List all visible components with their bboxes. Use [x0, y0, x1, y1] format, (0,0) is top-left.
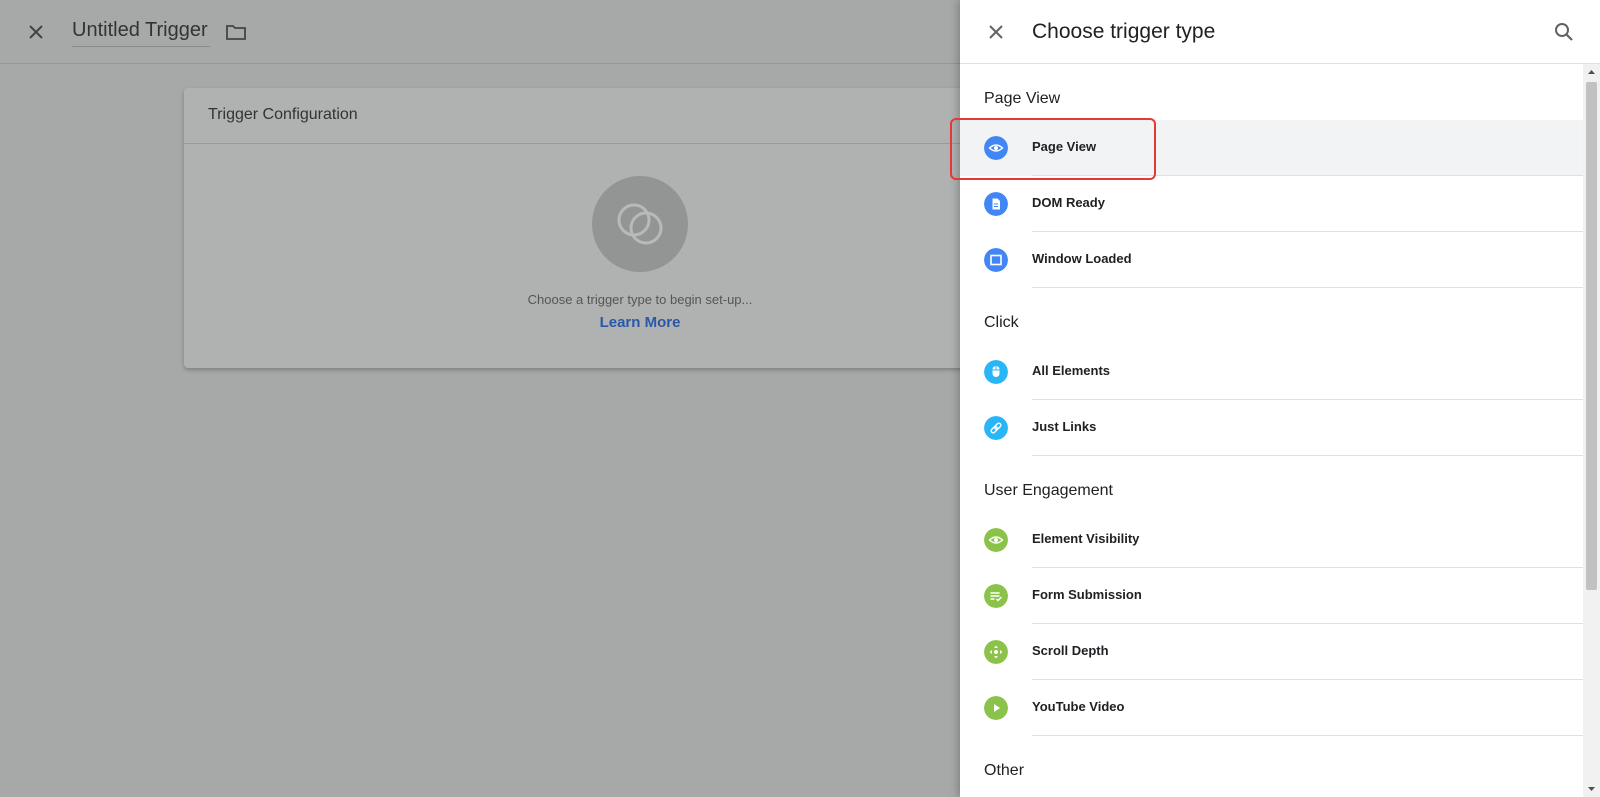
trigger-item-label: YouTube Video: [1032, 699, 1125, 714]
folder-icon[interactable]: [224, 20, 248, 44]
trigger-item-label: All Elements: [1032, 363, 1111, 378]
trigger-item-page-view[interactable]: Page View: [960, 120, 1583, 176]
mouse-icon: [984, 360, 1008, 384]
divider: [1032, 455, 1583, 456]
window-icon: [984, 248, 1008, 272]
eye-icon: [984, 528, 1008, 552]
search-icon[interactable]: [1552, 20, 1576, 44]
panel-scrollbar[interactable]: [1583, 64, 1600, 797]
section-title-page-view: Page View: [984, 90, 1061, 107]
section-title-other: Other: [984, 762, 1025, 779]
trigger-name-input[interactable]: Untitled Trigger: [72, 19, 210, 47]
close-icon[interactable]: [24, 20, 48, 44]
trigger-type-panel: Choose trigger type Page View Page View …: [960, 0, 1600, 797]
scroll-up-arrow-icon[interactable]: [1583, 64, 1600, 80]
trigger-item-scroll-depth[interactable]: Scroll Depth: [960, 624, 1583, 680]
trigger-item-youtube-video[interactable]: YouTube Video: [960, 680, 1583, 736]
trigger-configuration-card[interactable]: Trigger Configuration Choose a trigger t…: [184, 88, 974, 368]
section-title-user-engagement: User Engagement: [984, 482, 1113, 499]
trigger-placeholder-icon[interactable]: [592, 176, 688, 272]
trigger-item-label: DOM Ready: [1032, 195, 1105, 210]
scroll-thumb[interactable]: [1586, 82, 1597, 590]
section-title-click: Click: [984, 314, 1019, 331]
trigger-item-label: Just Links: [1032, 419, 1097, 434]
trigger-item-window-loaded[interactable]: Window Loaded: [960, 232, 1583, 288]
trigger-item-label: Form Submission: [1032, 587, 1142, 602]
panel-header: Choose trigger type: [960, 0, 1600, 64]
divider: [1032, 735, 1583, 736]
link-icon: [984, 416, 1008, 440]
trigger-item-label: Page View: [1032, 139, 1097, 154]
trigger-item-element-visibility[interactable]: Element Visibility: [960, 512, 1583, 568]
trigger-item-label: Element Visibility: [1032, 531, 1140, 546]
trigger-item-form-submission[interactable]: Form Submission: [960, 568, 1583, 624]
panel-title: Choose trigger type: [1032, 20, 1216, 43]
form-icon: [984, 584, 1008, 608]
card-hint: Choose a trigger type to begin set-up...: [527, 292, 753, 307]
trigger-item-dom-ready[interactable]: DOM Ready: [960, 176, 1583, 232]
trigger-item-label: Scroll Depth: [1032, 643, 1109, 658]
document-icon: [984, 192, 1008, 216]
overlap-circles-icon: [617, 203, 663, 245]
close-panel-icon[interactable]: [984, 20, 1008, 44]
learn-more-link[interactable]: Learn More: [524, 314, 756, 331]
trigger-type-list: Page View Page View DOM Ready Window Loa…: [960, 64, 1583, 797]
eye-icon: [984, 136, 1008, 160]
play-icon: [984, 696, 1008, 720]
move-icon: [984, 640, 1008, 664]
trigger-item-just-links[interactable]: Just Links: [960, 400, 1583, 456]
divider: [1032, 287, 1583, 288]
scroll-down-arrow-icon[interactable]: [1583, 781, 1600, 797]
card-title: Trigger Configuration: [184, 88, 974, 144]
trigger-item-label: Window Loaded: [1032, 251, 1132, 266]
trigger-item-all-elements[interactable]: All Elements: [960, 344, 1583, 400]
